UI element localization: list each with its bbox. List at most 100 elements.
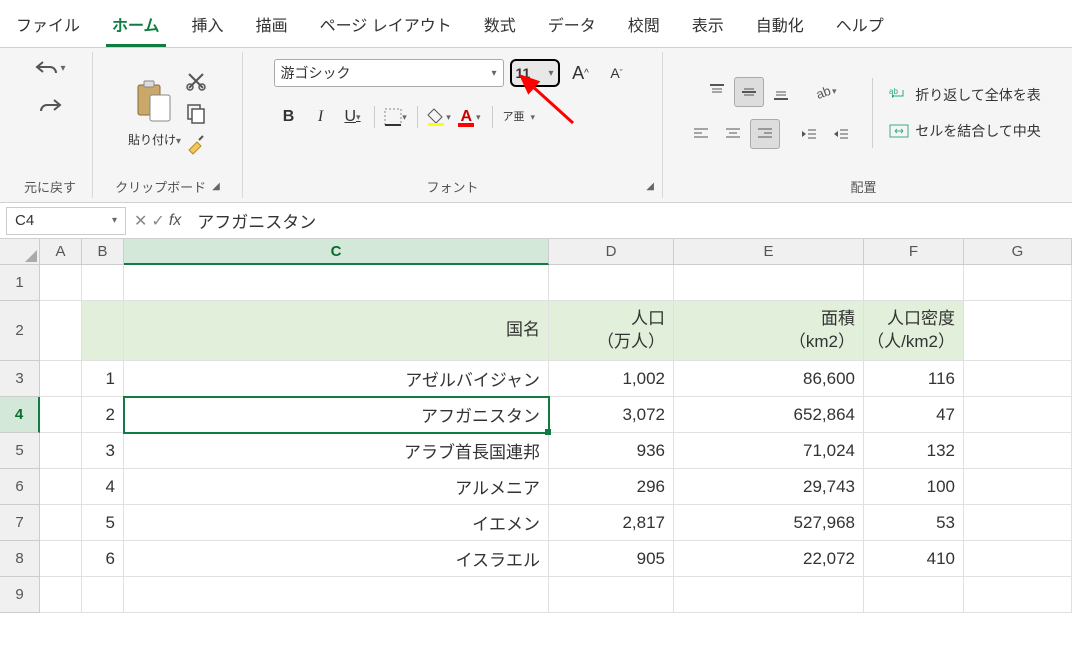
- undo-button[interactable]: ▾: [32, 52, 68, 84]
- border-button[interactable]: ▾: [381, 102, 411, 132]
- select-all-corner[interactable]: [0, 239, 40, 265]
- format-painter-button[interactable]: [185, 134, 207, 156]
- cell[interactable]: 936: [549, 433, 674, 469]
- merge-center-button[interactable]: セルを結合して中央: [889, 121, 1041, 141]
- cell[interactable]: 1: [82, 361, 124, 397]
- cell[interactable]: 527,968: [674, 505, 864, 541]
- align-center-button[interactable]: [718, 119, 748, 149]
- cell[interactable]: [964, 505, 1072, 541]
- cell[interactable]: 86,600: [674, 361, 864, 397]
- cell[interactable]: [40, 397, 82, 433]
- cell[interactable]: [82, 577, 124, 613]
- cell[interactable]: [864, 265, 964, 301]
- tab-view[interactable]: 表示: [686, 6, 730, 47]
- cell[interactable]: アルメニア: [124, 469, 549, 505]
- cell[interactable]: 人口密度 （人/km2）: [864, 301, 964, 361]
- bold-button[interactable]: B: [274, 102, 304, 132]
- font-color-button[interactable]: A▾: [456, 102, 486, 132]
- cell[interactable]: [40, 577, 82, 613]
- decrease-font-button[interactable]: Aˇ: [602, 58, 632, 88]
- row-header[interactable]: 8: [0, 541, 40, 577]
- font-size-input[interactable]: 11▾: [510, 59, 560, 87]
- align-left-button[interactable]: [686, 119, 716, 149]
- cell[interactable]: [40, 505, 82, 541]
- tab-page-layout[interactable]: ページ レイアウト: [314, 6, 458, 47]
- paste-button[interactable]: [130, 77, 178, 125]
- col-header-G[interactable]: G: [964, 239, 1072, 265]
- increase-font-button[interactable]: A^: [566, 58, 596, 88]
- col-header-F[interactable]: F: [864, 239, 964, 265]
- align-right-button[interactable]: [750, 119, 780, 149]
- col-header-C[interactable]: C: [124, 239, 549, 265]
- cell[interactable]: アゼルバイジャン: [124, 361, 549, 397]
- cell[interactable]: 410: [864, 541, 964, 577]
- cell[interactable]: [549, 265, 674, 301]
- row-header[interactable]: 3: [0, 361, 40, 397]
- name-box[interactable]: C4▾: [6, 207, 126, 235]
- formula-input[interactable]: アフガニスタン: [189, 208, 1066, 233]
- row-header[interactable]: 2: [0, 301, 40, 361]
- cell[interactable]: 6: [82, 541, 124, 577]
- cell[interactable]: 132: [864, 433, 964, 469]
- wrap-text-button[interactable]: ab 折り返して全体を表: [889, 85, 1041, 105]
- cell[interactable]: 53: [864, 505, 964, 541]
- cell[interactable]: [40, 541, 82, 577]
- tab-file[interactable]: ファイル: [10, 6, 86, 47]
- cell[interactable]: [964, 577, 1072, 613]
- cancel-formula-button[interactable]: ✕: [134, 211, 147, 231]
- cell[interactable]: [964, 361, 1072, 397]
- tab-review[interactable]: 校閲: [622, 6, 666, 47]
- cell[interactable]: [40, 469, 82, 505]
- cell[interactable]: [82, 265, 124, 301]
- cell[interactable]: [674, 577, 864, 613]
- phonetic-button[interactable]: ア亜: [499, 102, 529, 132]
- tab-insert[interactable]: 挿入: [186, 6, 230, 47]
- align-bottom-button[interactable]: [766, 77, 796, 107]
- cell[interactable]: 116: [864, 361, 964, 397]
- row-header[interactable]: 1: [0, 265, 40, 301]
- cell[interactable]: 296: [549, 469, 674, 505]
- cell[interactable]: 905: [549, 541, 674, 577]
- tab-formulas[interactable]: 数式: [478, 6, 522, 47]
- cell[interactable]: [864, 577, 964, 613]
- cell[interactable]: [549, 577, 674, 613]
- col-header-B[interactable]: B: [82, 239, 124, 265]
- row-header[interactable]: 4: [0, 397, 40, 433]
- increase-indent-button[interactable]: [826, 119, 856, 149]
- cell[interactable]: [82, 301, 124, 361]
- orientation-button[interactable]: ab▾: [810, 77, 840, 107]
- cell[interactable]: [40, 301, 82, 361]
- font-launcher[interactable]: ◢: [646, 181, 654, 192]
- tab-data[interactable]: データ: [542, 6, 602, 47]
- italic-button[interactable]: I: [306, 102, 336, 132]
- row-header[interactable]: 9: [0, 577, 40, 613]
- cell[interactable]: [124, 265, 549, 301]
- fx-button[interactable]: fx: [169, 212, 181, 230]
- row-header[interactable]: 6: [0, 469, 40, 505]
- tab-help[interactable]: ヘルプ: [830, 6, 890, 47]
- row-header[interactable]: 5: [0, 433, 40, 469]
- cell[interactable]: [964, 541, 1072, 577]
- cell[interactable]: [40, 361, 82, 397]
- col-header-D[interactable]: D: [549, 239, 674, 265]
- clipboard-launcher[interactable]: ◢: [212, 181, 220, 192]
- cell[interactable]: 3: [82, 433, 124, 469]
- enter-formula-button[interactable]: ✓: [151, 211, 164, 231]
- tab-automate[interactable]: 自動化: [750, 6, 810, 47]
- cell[interactable]: 47: [864, 397, 964, 433]
- cell[interactable]: 1,002: [549, 361, 674, 397]
- font-name-select[interactable]: 游ゴシック▾: [274, 59, 504, 87]
- align-middle-button[interactable]: [734, 77, 764, 107]
- cell[interactable]: 29,743: [674, 469, 864, 505]
- cell[interactable]: [964, 301, 1072, 361]
- col-header-E[interactable]: E: [674, 239, 864, 265]
- cell[interactable]: [964, 397, 1072, 433]
- cell[interactable]: 22,072: [674, 541, 864, 577]
- underline-button[interactable]: U▾: [338, 102, 368, 132]
- cell[interactable]: イスラエル: [124, 541, 549, 577]
- cell[interactable]: [674, 265, 864, 301]
- tab-home[interactable]: ホーム: [106, 6, 166, 47]
- cell[interactable]: [964, 265, 1072, 301]
- cell[interactable]: 100: [864, 469, 964, 505]
- cell[interactable]: [124, 577, 549, 613]
